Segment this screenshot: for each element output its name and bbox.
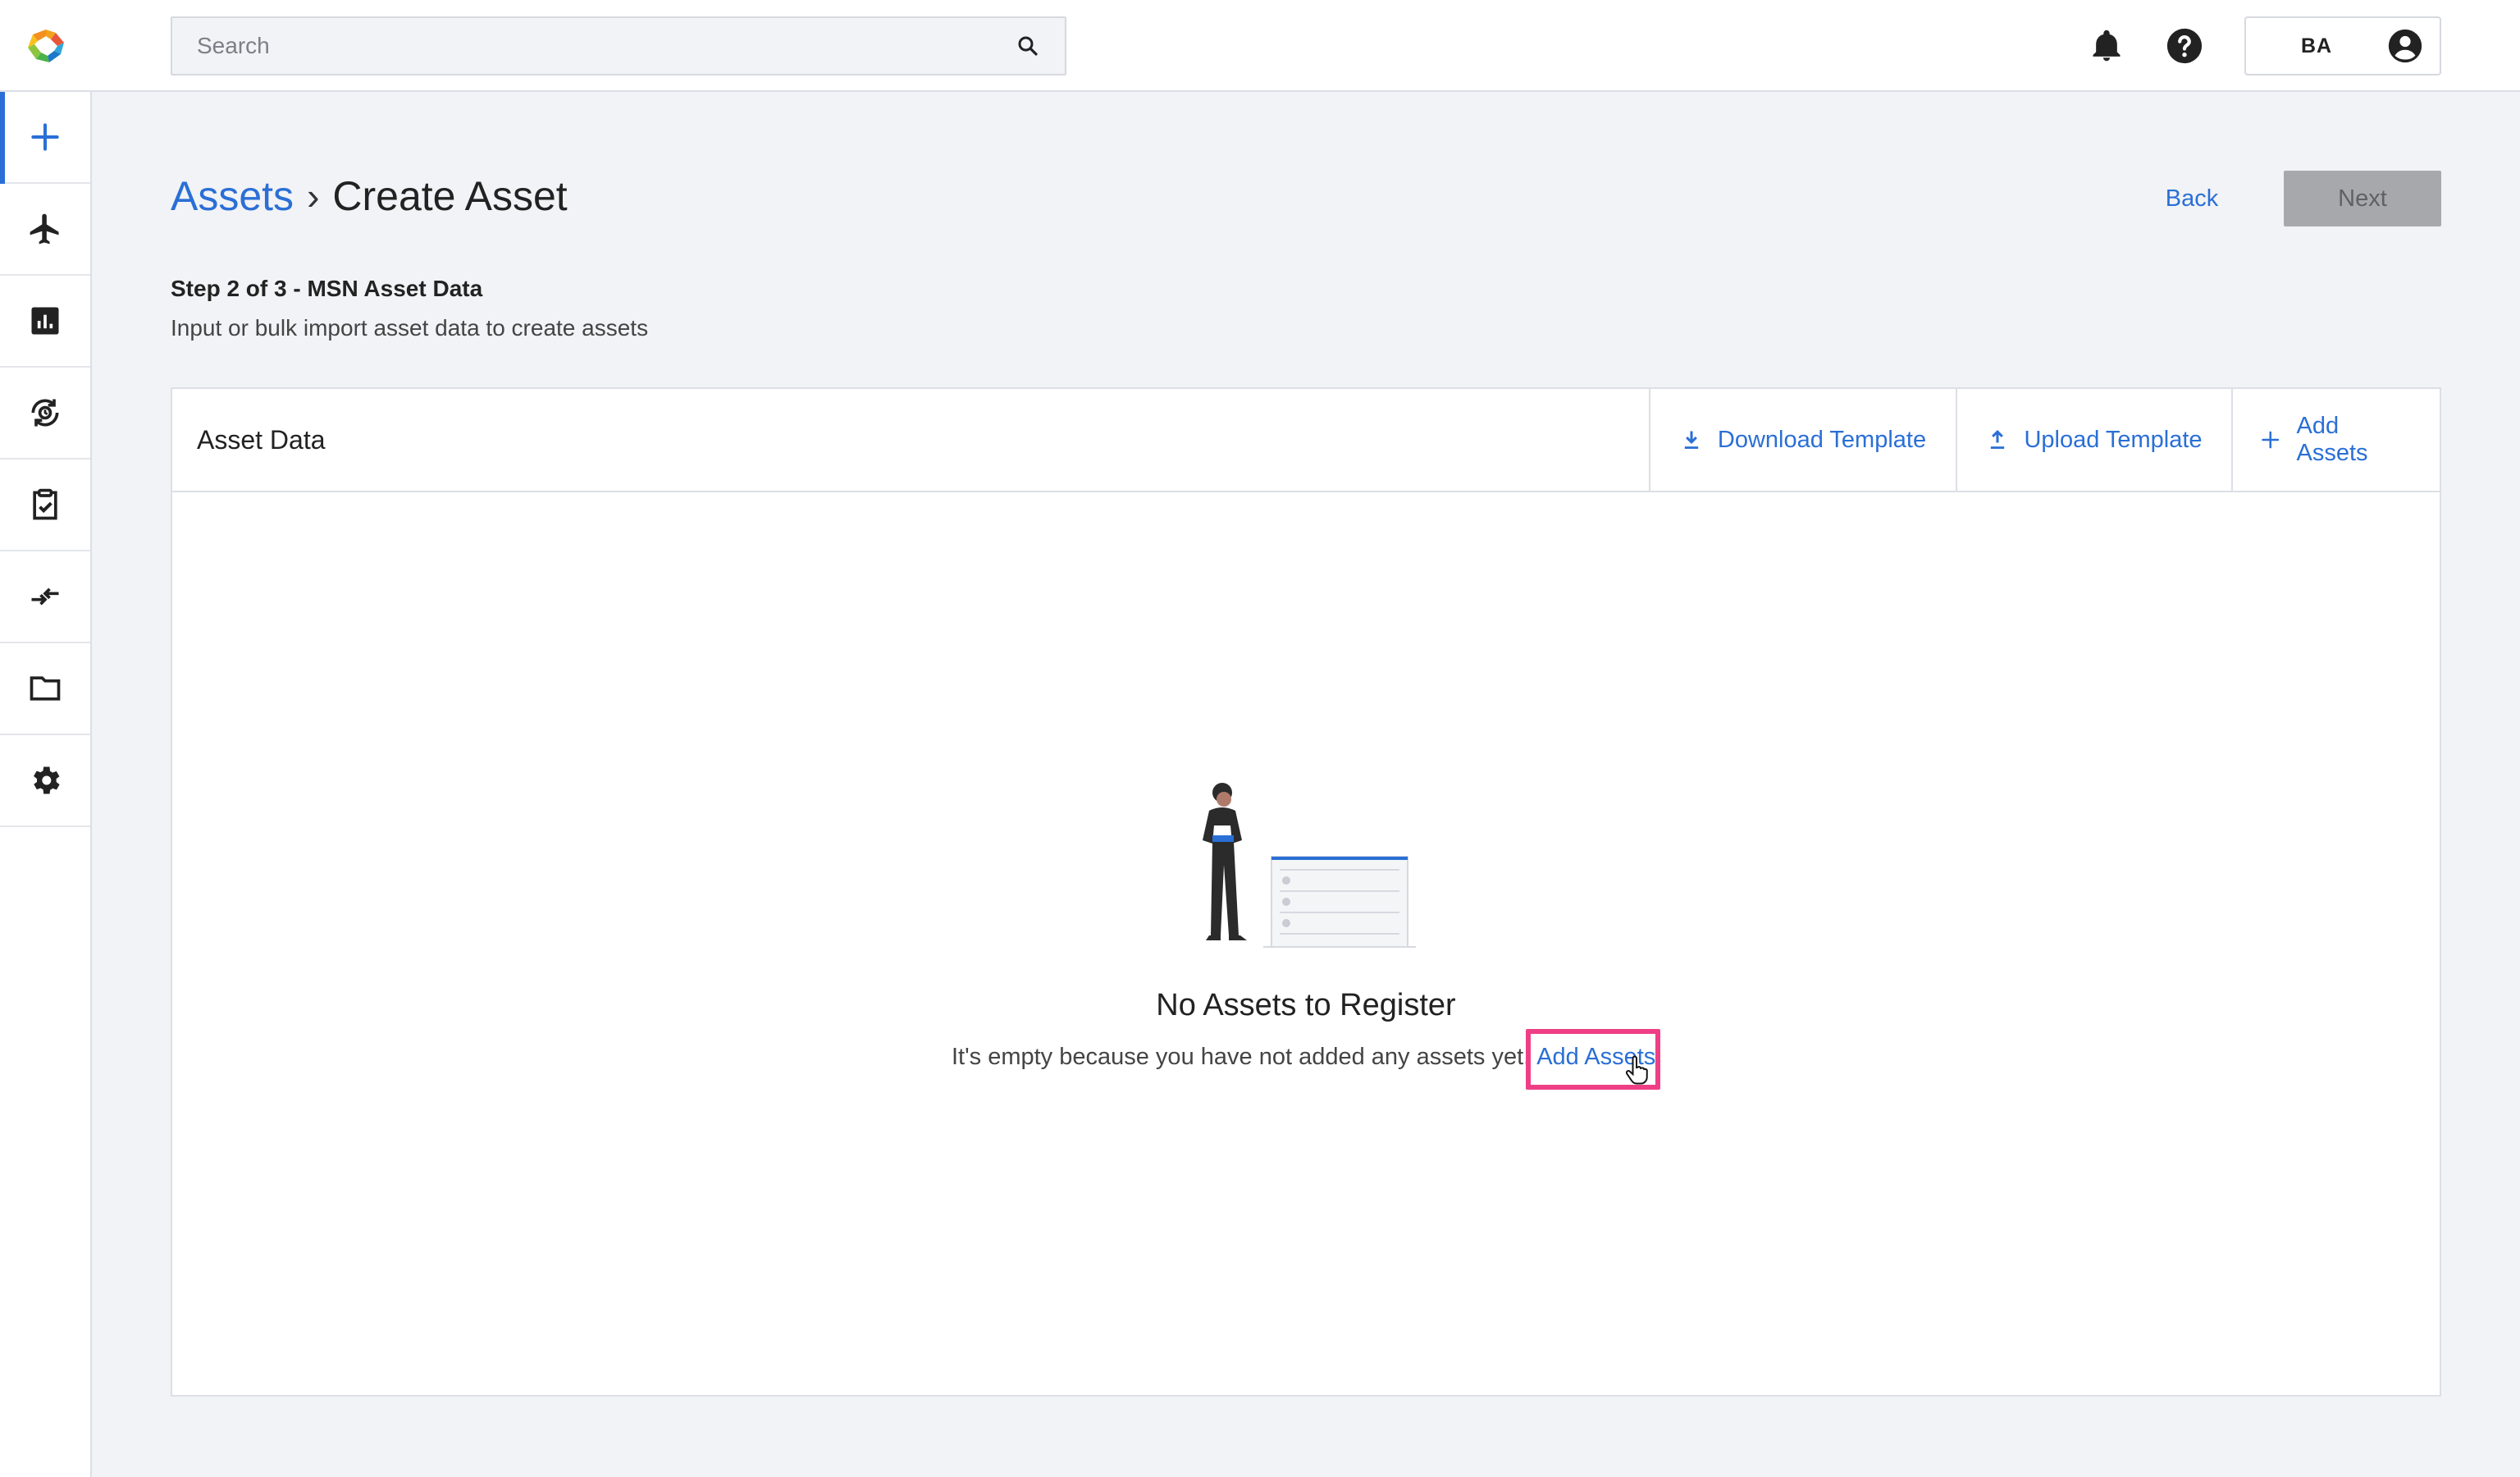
user-menu[interactable]: BA — [2244, 16, 2441, 75]
tracking-icon — [31, 399, 59, 427]
add-assets-label: Add Assets — [2296, 413, 2368, 466]
empty-state-text: It's empty because you have not added an… — [952, 1044, 1531, 1070]
breadcrumb-separator: › — [307, 175, 320, 217]
analytics-icon — [31, 307, 59, 335]
breadcrumb-assets-link[interactable]: Assets — [171, 169, 294, 223]
sidebar-item-create[interactable] — [0, 92, 90, 184]
empty-state-title: No Assets to Register — [1156, 988, 1456, 1022]
panel-header: Asset Data Download Template Upload Temp… — [172, 389, 2440, 492]
airplane-icon — [30, 213, 59, 245]
folder-icon — [30, 676, 61, 701]
search-icon[interactable] — [1016, 34, 1040, 58]
sidebar-item-tracking[interactable] — [0, 368, 90, 460]
add-assets-button[interactable]: Add Assets — [2231, 389, 2440, 491]
download-template-button[interactable]: Download Template — [1649, 389, 1956, 491]
empty-state-message: It's empty because you have not added an… — [952, 1044, 1655, 1071]
download-icon — [1684, 431, 1699, 449]
upload-template-label: Upload Template — [2024, 426, 2203, 453]
sidebar-item-tasks[interactable] — [0, 460, 90, 551]
panel-title: Asset Data — [197, 424, 326, 455]
app-logo-icon[interactable] — [26, 28, 66, 64]
search-box[interactable] — [171, 16, 1066, 75]
step-subtitle: Input or bulk import asset data to creat… — [171, 315, 649, 341]
plus-icon — [31, 123, 59, 151]
upload-template-button[interactable]: Upload Template — [1956, 389, 2231, 491]
sidebar-item-documents[interactable] — [0, 643, 90, 735]
sidebar-item-analytics[interactable] — [0, 276, 90, 368]
plus-icon — [2262, 431, 2280, 449]
clipboard-check-icon — [33, 488, 57, 520]
help-icon[interactable] — [2166, 27, 2203, 65]
user-initials: BA — [2300, 34, 2333, 57]
empty-state-illustration — [1203, 783, 1416, 948]
bell-icon[interactable] — [2089, 28, 2125, 64]
sidebar-item-aircraft[interactable] — [0, 184, 90, 276]
back-button[interactable]: Back — [2133, 171, 2251, 226]
transfer-icon — [31, 588, 59, 606]
hand-cursor-icon — [1625, 1055, 1648, 1085]
breadcrumb: Assets › Create Asset — [171, 169, 568, 223]
download-template-label: Download Template — [1717, 426, 1927, 453]
asset-data-panel: Asset Data Download Template Upload Temp… — [171, 387, 2441, 1397]
sidebar-item-settings[interactable] — [0, 735, 90, 827]
step-title: Step 2 of 3 - MSN Asset Data — [171, 276, 483, 301]
upload-icon — [1991, 429, 2005, 449]
sidebar — [0, 92, 92, 1477]
search-input[interactable] — [197, 33, 1016, 59]
sidebar-item-transfers[interactable] — [0, 551, 90, 643]
account-icon[interactable] — [2387, 28, 2423, 64]
page-title: Create Asset — [332, 173, 568, 219]
top-bar: BA — [0, 0, 2520, 92]
next-button[interactable]: Next — [2284, 171, 2441, 226]
gear-icon — [34, 766, 60, 794]
